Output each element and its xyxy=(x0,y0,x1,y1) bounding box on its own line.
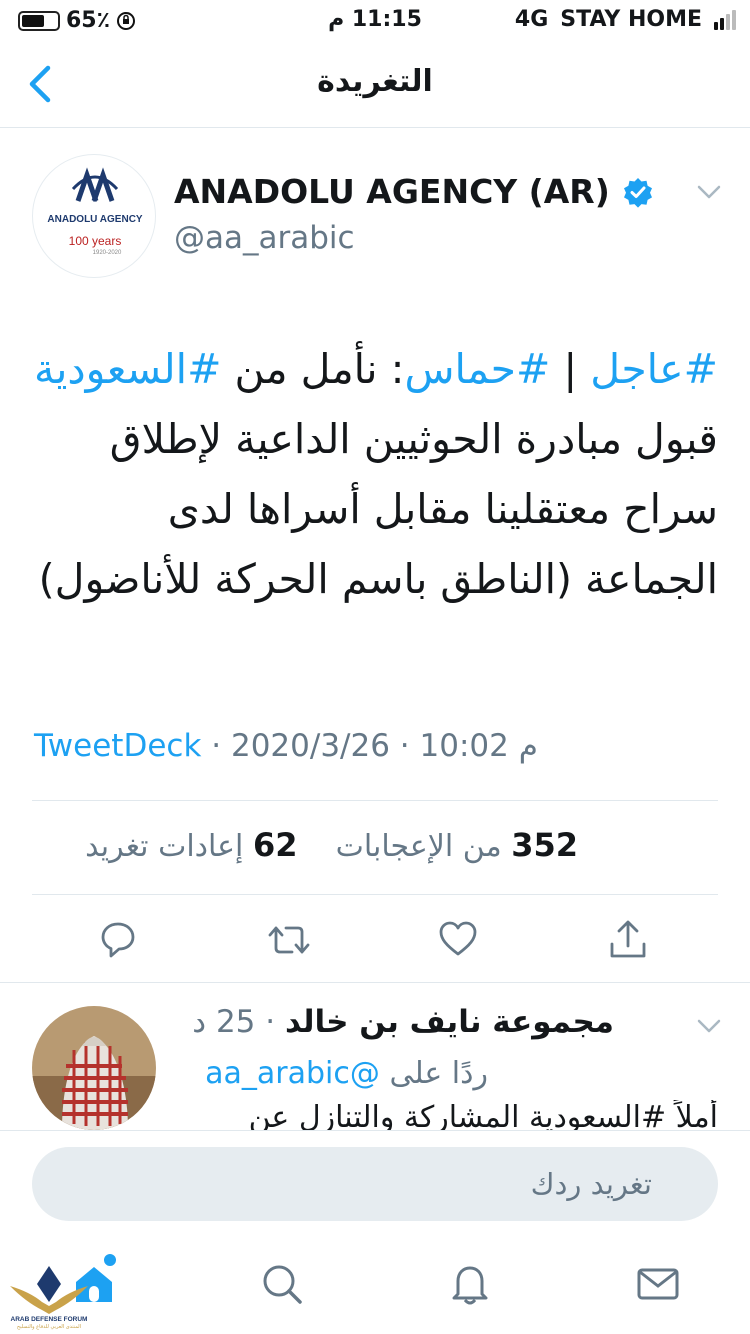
tweet-text-segment: | xyxy=(550,345,591,393)
notifications-icon[interactable] xyxy=(446,1260,494,1308)
replying-to: ردًا على @aa_arabic xyxy=(205,1056,488,1091)
chevron-down-icon[interactable] xyxy=(694,1014,724,1038)
carrier-name: STAY HOME xyxy=(560,7,702,32)
divider xyxy=(0,982,750,983)
likes-count: 352 xyxy=(511,826,578,864)
reply-icon[interactable] xyxy=(98,918,138,962)
author-handle[interactable]: @aa_arabic xyxy=(174,220,355,256)
tweet-time: 10:02 م xyxy=(419,728,538,764)
divider xyxy=(32,800,718,801)
tweet-stats: 352 من الإعجابات 62 إعادات تغريد xyxy=(34,826,578,864)
author-name[interactable]: ANADOLU AGENCY (AR) xyxy=(174,172,610,211)
retweets-stat[interactable]: 62 إعادات تغريد xyxy=(85,826,298,864)
compose-placeholder: تغريد ردك xyxy=(530,1167,652,1201)
replying-to-label: ردًا على xyxy=(389,1056,488,1091)
reply-text-preview: أملاً #السعودية المشاركة والتنازل عن xyxy=(248,1100,718,1130)
replying-to-handle[interactable]: @aa_arabic xyxy=(205,1056,380,1091)
tweet-text-segment: قبول مبادرة الحوثيين الداعية لإطلاق سراح… xyxy=(38,415,718,603)
reply-time: 25 د xyxy=(192,1004,256,1040)
retweets-count: 62 xyxy=(252,826,298,864)
avatar-logo-text: ANADOLU AGENCY xyxy=(47,214,143,225)
divider xyxy=(32,894,718,895)
reply-author-name[interactable]: مجموعة نايف بن خالد xyxy=(285,1004,614,1040)
navigation-bar: التغريدة xyxy=(0,40,750,128)
avatar-years: 100 years xyxy=(69,234,122,248)
hashtag-link[interactable]: #السعودية xyxy=(34,345,221,393)
status-bar: 65٪ 11:15 م 4G STAY HOME xyxy=(0,0,750,40)
retweet-icon[interactable] xyxy=(266,918,312,962)
tweet-date: 2020/3/26 xyxy=(230,728,390,764)
retweets-label: إعادات تغريد xyxy=(85,829,244,864)
tab-bar xyxy=(0,1236,750,1334)
reply-header: مجموعة نايف بن خالد · 25 د xyxy=(192,1004,614,1040)
watermark-subtitle: المنتدى العربي للدفاع والتسليح xyxy=(17,1324,81,1330)
forum-watermark-logo: ARAB DEFENSE FORUM المنتدى العربي للدفاع… xyxy=(10,1266,88,1330)
anadolu-logo: ANADOLU AGENCY 100 years 1920-2020 xyxy=(47,167,143,256)
tweet-text-segment: : نأمل من xyxy=(221,345,405,393)
share-icon[interactable] xyxy=(608,918,648,962)
watermark-title: ARAB DEFENSE FORUM xyxy=(11,1316,88,1323)
messages-icon[interactable] xyxy=(634,1260,682,1308)
avatar-range: 1920-2020 xyxy=(93,250,122,256)
likes-stat[interactable]: 352 من الإعجابات xyxy=(335,826,578,864)
tweet-source-link[interactable]: TweetDeck xyxy=(34,728,201,764)
reply-compose-input[interactable]: تغريد ردك xyxy=(32,1147,718,1221)
chevron-down-icon[interactable] xyxy=(694,180,724,204)
tweet-text: #عاجل | #حماس: نأمل من #السعودية قبول مب… xyxy=(28,334,718,614)
network-type: 4G xyxy=(514,7,549,32)
author-name-row[interactable]: ANADOLU AGENCY (AR) xyxy=(174,172,654,211)
hashtag-link[interactable]: #حماس xyxy=(404,345,550,393)
tweet-meta: TweetDeck · 2020/3/26 · 10:02 م xyxy=(34,728,538,764)
notification-dot xyxy=(102,1252,118,1268)
verified-badge-icon xyxy=(623,177,652,208)
author-avatar[interactable]: ANADOLU AGENCY 100 years 1920-2020 xyxy=(32,154,156,278)
hashtag-link[interactable]: #عاجل xyxy=(590,345,718,393)
search-icon[interactable] xyxy=(258,1260,306,1308)
like-heart-icon[interactable] xyxy=(438,918,478,962)
user-photo xyxy=(32,1006,156,1130)
tweet-actions xyxy=(0,918,750,966)
page-title: التغريدة xyxy=(317,64,433,99)
reply-author-avatar[interactable] xyxy=(32,1006,156,1130)
reply-compose-bar: تغريد ردك xyxy=(0,1130,750,1234)
likes-label: من الإعجابات xyxy=(335,829,502,864)
signal-icon xyxy=(714,9,736,30)
